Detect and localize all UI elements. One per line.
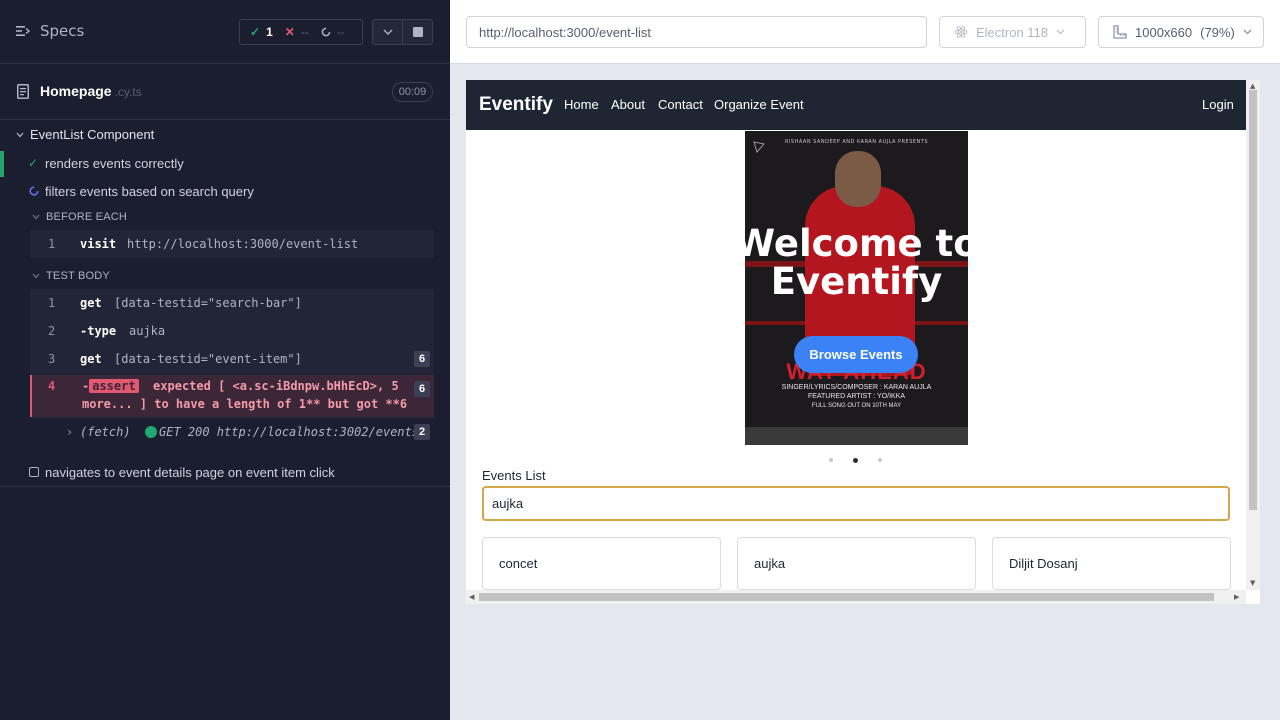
app-brand[interactable]: Eventify (479, 94, 553, 116)
assert-message-line1: expected [ <a.sc-iBdnpw.bHhEcD>, 5 (153, 379, 399, 393)
app-navbar: Eventify Home About Contact Organize Eve… (466, 80, 1246, 130)
test-item-running[interactable]: filters events based on search query (0, 179, 450, 203)
horizontal-scrollbar-thumb[interactable] (479, 593, 1214, 601)
spec-name: Homepage (40, 83, 112, 99)
assert-tag: assert (89, 379, 139, 393)
specs-toggle[interactable]: Specs (16, 22, 84, 40)
pending-spinner-icon (321, 27, 331, 37)
viewport-selector[interactable]: 1000x660 (79%) (1098, 16, 1264, 48)
stat-pending: -- (321, 25, 345, 39)
reporter-header: Specs ✓ 1 ✕ -- -- (0, 0, 450, 64)
scroll-left-arrow-icon[interactable]: ◀ (469, 593, 474, 601)
chevron-down-icon (16, 132, 24, 137)
failed-x-icon: ✕ (284, 25, 295, 39)
poster-logo-icon (753, 141, 765, 153)
carousel-dots (829, 458, 882, 463)
electron-icon (954, 26, 968, 38)
element-count-badge: 6 (414, 351, 430, 367)
divider (0, 486, 450, 487)
scroll-down-arrow-icon[interactable]: ▼ (1250, 579, 1255, 587)
test-item-pending[interactable]: navigates to event details page on event… (0, 460, 450, 484)
event-item[interactable]: aujka (737, 537, 976, 590)
assert-message-line2: more... ] to have a length of 1** but go… (82, 397, 408, 411)
passed-check-icon: ✓ (250, 25, 261, 39)
cypress-reporter: Specs ✓ 1 ✕ -- -- Homepage .cy.ts 00:09 … (0, 0, 450, 720)
nav-link-contact[interactable]: Contact (658, 97, 703, 112)
test-item-passed[interactable]: ✓ renders events correctly (0, 151, 450, 177)
nav-link-organize-event[interactable]: Organize Event (714, 97, 804, 112)
passed-indicator-bar (0, 151, 4, 177)
browse-events-button[interactable]: Browse Events (794, 336, 918, 373)
stat-failed: ✕ -- (284, 25, 309, 39)
specs-list-icon (16, 26, 30, 36)
command-type[interactable]: 2 -type aujka (30, 317, 434, 345)
check-icon: ✓ (28, 156, 39, 170)
fetch-request-row[interactable]: › (fetch) GET 200 http://localhost:3002/… (30, 420, 434, 444)
events-list-label: Events List (482, 468, 546, 483)
spec-duration: 00:09 (392, 82, 433, 102)
ruler-icon (1113, 25, 1127, 39)
before-each-hook[interactable]: BEFORE EACH (32, 211, 127, 223)
vertical-scrollbar-thumb[interactable] (1249, 90, 1257, 510)
stat-passed: ✓ 1 (250, 25, 273, 39)
poster-credits-2: FEATURED ARTIST : YO/IKKA (807, 393, 906, 400)
running-spinner-icon (29, 186, 39, 196)
nav-link-about[interactable]: About (611, 97, 645, 112)
test-body-hook[interactable]: TEST BODY (32, 270, 110, 282)
command-get-event-item[interactable]: 3 get [data-testid="event-item"] 6 (30, 345, 434, 373)
specs-label: Specs (40, 22, 85, 40)
spec-options-dropdown[interactable] (372, 19, 403, 45)
chevron-down-icon (383, 29, 392, 35)
chevron-right-icon: › (66, 425, 74, 439)
carousel-dot-1[interactable] (829, 458, 833, 462)
search-bar-input[interactable] (482, 486, 1230, 521)
status-success-dot-icon (145, 426, 157, 438)
carousel-dot-3[interactable] (878, 458, 882, 462)
chevron-down-icon (32, 273, 40, 279)
horizontal-scrollbar[interactable]: ◀ ▶ (466, 590, 1246, 604)
browser-selector[interactable]: Electron 118 (939, 16, 1086, 48)
poster-top-text: RISHAAN SANDEEP AND KARAN AUJLA PRESENTS (784, 139, 929, 145)
carousel-dot-2[interactable] (853, 458, 858, 463)
aut-toolbar: http://localhost:3000/event-list Electro… (450, 0, 1280, 64)
command-get-search[interactable]: 1 get [data-testid="search-bar"] (30, 289, 434, 317)
spec-file-row[interactable]: Homepage .cy.ts 00:09 (0, 64, 450, 120)
spec-ext: .cy.ts (114, 85, 142, 99)
stop-button[interactable] (402, 19, 433, 45)
scroll-right-arrow-icon[interactable]: ▶ (1234, 593, 1239, 601)
scroll-up-arrow-icon[interactable]: ▲ (1250, 82, 1255, 90)
poster-credits-1: SINGER/LYRICS/COMPOSER : KARAN AUJLA (781, 384, 932, 391)
test-stats: ✓ 1 ✕ -- -- (239, 19, 363, 45)
chevron-down-icon (1243, 29, 1252, 35)
url-bar[interactable]: http://localhost:3000/event-list (466, 16, 927, 48)
element-count-badge: 6 (414, 381, 430, 397)
command-assert-failed[interactable]: 4 - assert expected [ <a.sc-iBdnpw.bHhEcD… (30, 375, 434, 417)
login-link[interactable]: Login (1202, 97, 1234, 112)
nav-link-home[interactable]: Home (564, 97, 599, 112)
chevron-down-icon (32, 214, 40, 220)
file-document-icon (17, 84, 29, 99)
command-visit[interactable]: 1 visit http://localhost:3000/event-list (30, 230, 434, 258)
test-body-commands: 1 get [data-testid="search-bar"] 2 -type… (30, 289, 434, 419)
chevron-down-icon (1056, 29, 1065, 35)
event-item[interactable]: Diljit Dosanj (992, 537, 1231, 590)
suite-title[interactable]: EventList Component (16, 127, 154, 142)
request-count-badge: 2 (414, 424, 430, 440)
pending-square-icon (29, 467, 39, 477)
before-each-commands: 1 visit http://localhost:3000/event-list (30, 230, 434, 258)
poster-release: FULL SONG OUT ON 10TH MAY (811, 403, 902, 409)
vertical-scrollbar[interactable]: ▲ ▼ (1246, 80, 1260, 590)
hero-title: Welcome to Eventify (734, 222, 979, 303)
app-under-test-frame: Eventify Home About Contact Organize Eve… (466, 80, 1260, 604)
stop-icon (412, 27, 423, 37)
event-item[interactable]: concet (482, 537, 721, 590)
